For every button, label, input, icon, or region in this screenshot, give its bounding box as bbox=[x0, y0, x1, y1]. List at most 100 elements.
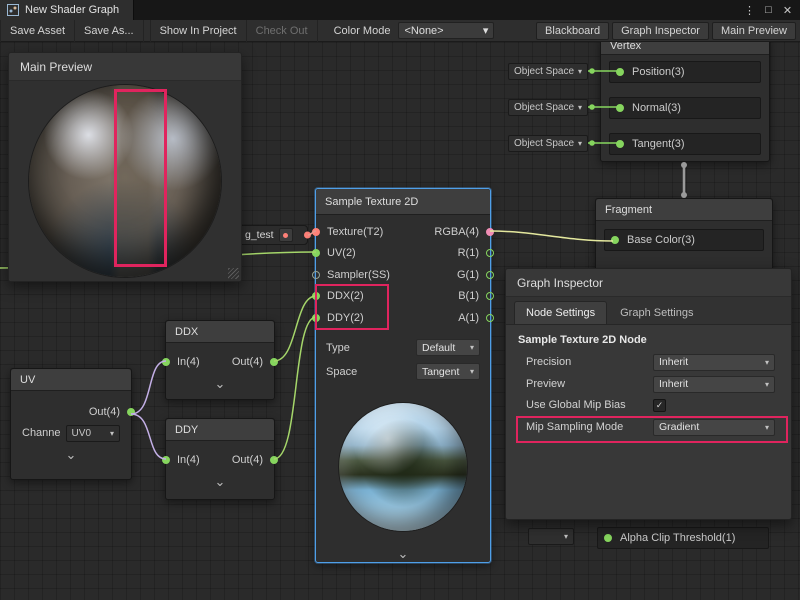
ddy-port-row: In(4) Out(4) bbox=[166, 449, 274, 471]
alphaclip-value-dropdown[interactable]: ▾ bbox=[528, 528, 574, 545]
mip-bias-checkbox[interactable]: ✓ bbox=[653, 399, 666, 412]
color-mode-value: <None> bbox=[404, 25, 443, 37]
main-preview-header[interactable]: Main Preview bbox=[9, 53, 241, 81]
color-mode-label: Color Mode bbox=[318, 25, 399, 37]
port-tangent-icon[interactable] bbox=[616, 140, 624, 148]
port-alphaclip-icon[interactable] bbox=[604, 534, 612, 542]
port-ddy-in[interactable] bbox=[312, 314, 320, 322]
ddy-out-label: Out(4) bbox=[232, 454, 263, 466]
shader-graph-window: New Shader Graph ⋮ □ ✕ Save Asset Save A… bbox=[0, 0, 800, 600]
main-preview-toggle[interactable]: Main Preview bbox=[712, 22, 796, 40]
vertex-port-normal[interactable]: Normal(3) bbox=[609, 97, 761, 119]
tab-node-settings[interactable]: Node Settings bbox=[514, 301, 607, 324]
port-r-out[interactable] bbox=[486, 249, 494, 257]
graph-inspector-toggle[interactable]: Graph Inspector bbox=[612, 22, 709, 40]
collapse-chevron-icon[interactable]: ⌄ bbox=[166, 376, 274, 391]
ddx-out-label: Out(4) bbox=[232, 356, 263, 368]
tangent-space-value: Object Space bbox=[514, 138, 574, 149]
ddy-node[interactable]: DDY In(4) Out(4) ⌄ bbox=[165, 418, 275, 500]
input-sampler-label: Sampler(SS) bbox=[327, 269, 390, 281]
graph-inspector-panel[interactable]: Graph Inspector Node Settings Graph Sett… bbox=[505, 268, 792, 520]
save-asset-button[interactable]: Save Asset bbox=[0, 20, 75, 42]
fragment-node-title: Fragment bbox=[596, 199, 772, 221]
tab-graph-settings[interactable]: Graph Settings bbox=[609, 302, 704, 324]
fragment-port-basecolor-label: Base Color(3) bbox=[627, 234, 695, 246]
input-ddy-label: DDY(2) bbox=[327, 312, 364, 324]
port-ddy-node-out[interactable] bbox=[270, 456, 278, 464]
space-label: Space bbox=[326, 366, 357, 378]
vertex-port-tangent[interactable]: Tangent(3) bbox=[609, 133, 761, 155]
port-ddx-node-in[interactable] bbox=[162, 358, 170, 366]
space-value: Tangent bbox=[422, 366, 459, 378]
input-texture-label: Texture(T2) bbox=[327, 226, 383, 238]
sample-texture-title: Sample Texture 2D bbox=[316, 189, 490, 215]
shader-graph-icon bbox=[7, 4, 19, 16]
dropdown-arrow-icon: ▾ bbox=[483, 24, 489, 37]
vertex-port-position[interactable]: Position(3) bbox=[609, 61, 761, 83]
output-b-label: B(1) bbox=[458, 290, 479, 302]
fragment-port-alphaclip[interactable]: Alpha Clip Threshold(1) bbox=[597, 527, 769, 549]
collapse-chevron-icon[interactable]: ⌄ bbox=[316, 546, 490, 561]
type-option-row: Type Default ▾ bbox=[316, 337, 490, 359]
inspector-tabs: Node Settings Graph Settings bbox=[506, 297, 791, 325]
port-texture-in[interactable] bbox=[312, 228, 320, 236]
port-basecolor-icon[interactable] bbox=[611, 236, 619, 244]
dropdown-arrow-icon: ▾ bbox=[110, 429, 114, 438]
port-ddy-node-in[interactable] bbox=[162, 456, 170, 464]
port-sampler-in[interactable] bbox=[312, 271, 320, 279]
collapse-chevron-icon[interactable]: ⌄ bbox=[11, 447, 131, 462]
precision-dropdown[interactable]: Inherit ▾ bbox=[653, 354, 775, 371]
kebab-menu-icon[interactable]: ⋮ bbox=[741, 1, 758, 19]
vertex-port-tangent-label: Tangent(3) bbox=[632, 138, 685, 150]
type-dropdown[interactable]: Default ▾ bbox=[416, 339, 480, 356]
main-preview-panel[interactable]: Main Preview bbox=[8, 52, 242, 282]
uv-channel-label: Channe bbox=[22, 427, 61, 439]
graph-inspector-header[interactable]: Graph Inspector bbox=[506, 269, 791, 297]
port-ddx-in[interactable] bbox=[312, 292, 320, 300]
resize-grip-icon[interactable] bbox=[228, 268, 239, 279]
mip-mode-value: Gradient bbox=[659, 421, 699, 433]
port-g-out[interactable] bbox=[486, 271, 494, 279]
fragment-port-alphaclip-label: Alpha Clip Threshold(1) bbox=[620, 532, 735, 544]
ddx-port-row: In(4) Out(4) bbox=[166, 351, 274, 373]
sample-texture-2d-node[interactable]: Sample Texture 2D Texture(T2) RGBA(4) UV… bbox=[315, 188, 491, 563]
port-b-out[interactable] bbox=[486, 292, 494, 300]
maximize-icon[interactable]: □ bbox=[760, 1, 777, 19]
uv-node[interactable]: UV Out(4) Channe UV0 ▾ ⌄ bbox=[10, 368, 132, 480]
port-uv-in[interactable] bbox=[312, 249, 320, 257]
normal-space-dropdown[interactable]: Object Space ▾ bbox=[508, 99, 588, 116]
close-icon[interactable]: ✕ bbox=[779, 1, 796, 19]
vertex-node[interactable]: Vertex Position(3) Normal(3) Tangent(3) bbox=[600, 36, 770, 162]
position-space-value: Object Space bbox=[514, 66, 574, 77]
port-rgba-out[interactable] bbox=[486, 228, 494, 236]
sample-texture-row-3: DDX(2) B(1) bbox=[316, 286, 490, 308]
port-normal-icon[interactable] bbox=[616, 104, 624, 112]
preview-value: Inherit bbox=[659, 378, 688, 390]
dropdown-arrow-icon: ▾ bbox=[564, 532, 568, 541]
fragment-port-basecolor[interactable]: Base Color(3) bbox=[604, 229, 764, 251]
collapse-chevron-icon[interactable]: ⌄ bbox=[166, 474, 274, 489]
uv-channel-dropdown[interactable]: UV0 ▾ bbox=[66, 425, 120, 442]
position-space-dropdown[interactable]: Object Space ▾ bbox=[508, 63, 588, 80]
ddx-node[interactable]: DDX In(4) Out(4) ⌄ bbox=[165, 320, 275, 400]
tangent-space-dropdown[interactable]: Object Space ▾ bbox=[508, 135, 588, 152]
space-dropdown[interactable]: Tangent ▾ bbox=[416, 363, 480, 380]
property-out-port[interactable] bbox=[304, 232, 311, 239]
uv-out-row: Out(4) bbox=[11, 401, 131, 423]
port-position-icon[interactable] bbox=[616, 68, 624, 76]
port-ddx-node-out[interactable] bbox=[270, 358, 278, 366]
color-mode-dropdown[interactable]: <None> ▾ bbox=[398, 22, 494, 39]
blackboard-toggle[interactable]: Blackboard bbox=[536, 22, 609, 40]
dropdown-arrow-icon: ▾ bbox=[578, 67, 582, 76]
window-tab[interactable]: New Shader Graph bbox=[0, 0, 134, 20]
dropdown-arrow-icon: ▾ bbox=[470, 343, 474, 352]
mip-mode-dropdown[interactable]: Gradient ▾ bbox=[653, 419, 775, 436]
port-a-out[interactable] bbox=[486, 314, 494, 322]
output-a-label: A(1) bbox=[458, 312, 479, 324]
port-uv-out[interactable] bbox=[127, 408, 135, 416]
property-node-g-test[interactable]: g_test bbox=[238, 225, 308, 245]
save-as-button[interactable]: Save As... bbox=[75, 20, 144, 42]
preview-dropdown[interactable]: Inherit ▾ bbox=[653, 376, 775, 393]
show-in-project-button[interactable]: Show In Project bbox=[150, 20, 247, 42]
node-preview bbox=[316, 391, 490, 543]
